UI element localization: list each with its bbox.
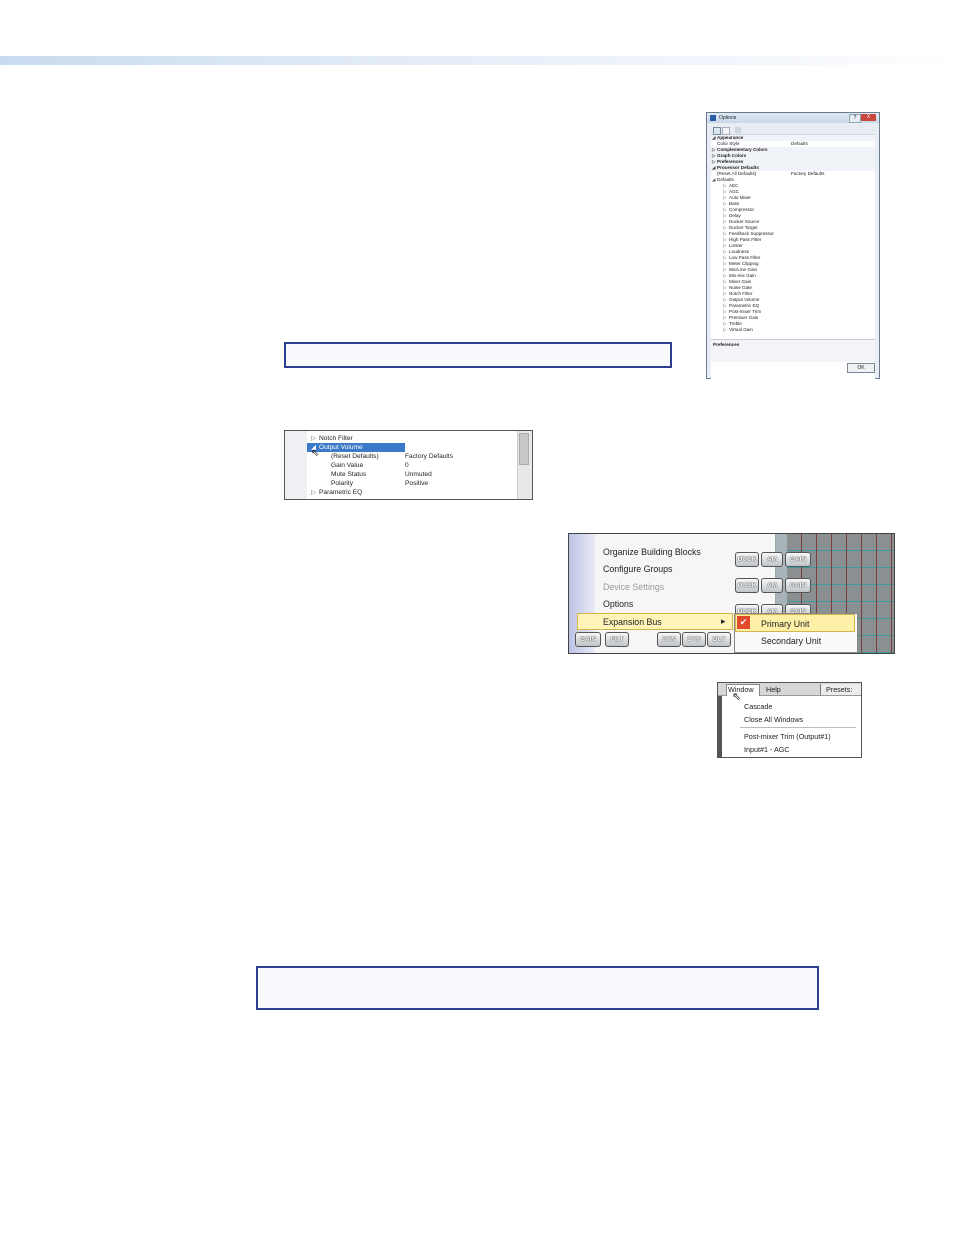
property-label: Parametric EQ: [319, 489, 363, 496]
menu-separator: [740, 727, 856, 728]
menu-item-device-settings: Device Settings: [603, 582, 665, 592]
menu-item-organize[interactable]: Organize Building Blocks: [603, 547, 701, 557]
collapsed-arrow-icon[interactable]: ▷: [311, 434, 316, 443]
description-title: Preferences: [713, 342, 740, 347]
options-titlebar: Options ? X: [707, 113, 879, 123]
note-box-2: [256, 966, 819, 1010]
submenu-primary-unit[interactable]: Primary Unit: [761, 619, 809, 629]
options-dialog: Options ? X ◢ Appearance Color Style Defaul…: [706, 112, 880, 441]
gain-block[interactable]: GAIN: [575, 632, 601, 647]
ok-button[interactable]: OK: [847, 363, 875, 373]
property-value: Unmuted: [405, 471, 432, 478]
presets-panel: Presets:: [820, 684, 861, 695]
app-icon: [710, 115, 716, 121]
options-title: Options: [719, 115, 737, 121]
options-toolbar: [711, 126, 875, 135]
collapsed-arrow-icon[interactable]: ▷: [723, 327, 727, 333]
property-row[interactable]: ▷ Parametric EQ: [285, 488, 517, 497]
grid-rows: ▷ Notch Filter ◢ Output Volume (Reset Defaul…: [285, 431, 517, 499]
mouse-cursor-icon: ⇖: [311, 448, 320, 459]
property-row[interactable]: ▷ Notch Filter: [285, 434, 517, 443]
property-row[interactable]: (Reset Defaults) Factory Defaults: [285, 452, 517, 461]
menu-item-close-all[interactable]: Close All Windows: [744, 715, 803, 724]
submenu-arrow-icon: ▸: [721, 616, 726, 626]
duck-block[interactable]: DUCK: [735, 578, 759, 593]
gain-block[interactable]: GAIN: [785, 552, 811, 567]
dly-block[interactable]: DLY: [707, 632, 731, 647]
property-pages-icon[interactable]: [735, 127, 741, 133]
property-row[interactable]: Gain Value 0: [285, 461, 517, 470]
options-description: Preferences: [711, 339, 875, 362]
property-label: Gain Value: [331, 462, 364, 469]
options-property-grid: ◢ Appearance Color Style Defaults ▷ Complemen…: [711, 135, 875, 441]
window-menu-crop: Window Help Presets: Cascade Close All W…: [717, 682, 862, 758]
property-label: (Reset Defaults): [331, 453, 379, 460]
close-button[interactable]: X: [861, 114, 876, 121]
submenu-secondary-unit[interactable]: Secondary Unit: [761, 636, 821, 646]
context-menu-crop: DUCK AM GAIN DUCK AM GAIN DUCK AM GAIN G…: [568, 533, 895, 654]
grid-scroll-thumb[interactable]: [519, 433, 529, 465]
alphabetical-icon[interactable]: [722, 127, 730, 135]
property-value: Positive: [405, 480, 429, 487]
menubar-help[interactable]: Help: [766, 685, 781, 694]
menu-item-cascade[interactable]: Cascade: [744, 702, 772, 711]
filt-block[interactable]: FILT: [605, 632, 629, 647]
gain-block[interactable]: GAIN: [785, 578, 811, 593]
property-row[interactable]: Mute Status Unmuted: [285, 470, 517, 479]
am-block[interactable]: AM: [761, 552, 783, 567]
duck-block[interactable]: DUCK: [735, 552, 759, 567]
property-label: Output Volume: [319, 444, 363, 451]
menu-item-configure-groups[interactable]: Configure Groups: [603, 564, 672, 574]
property-label: Notch Filter: [319, 435, 353, 442]
menu-item-post-mixer-trim[interactable]: Post-mixer Trim (Output#1): [744, 732, 831, 741]
help-button[interactable]: ?: [849, 114, 861, 123]
menu-item-input1-agc[interactable]: Input#1 - AGC: [744, 745, 790, 754]
property-grid-crop: ▷ Notch Filter ◢ Output Volume (Reset Defaul…: [284, 430, 533, 500]
window-gutter: [718, 696, 722, 757]
property-row[interactable]: ◢ Output Volume: [307, 443, 405, 452]
categorized-icon[interactable]: [713, 127, 721, 135]
property-row[interactable]: Polarity Positive: [285, 479, 517, 488]
menu-item-expansion-bus[interactable]: Expansion Bus: [603, 617, 662, 627]
dyn-block[interactable]: DYN: [682, 632, 706, 647]
menu-item-options[interactable]: Options: [603, 599, 633, 609]
property-value: 0: [405, 462, 409, 469]
check-icon: ✔: [737, 616, 750, 629]
dyn-block[interactable]: DYN: [657, 632, 681, 647]
mouse-cursor-icon: ⇖: [732, 691, 742, 703]
options-row[interactable]: ▷ Virtual Gain: [711, 327, 875, 333]
presets-label: Presets:: [826, 685, 853, 694]
property-label: Polarity: [331, 480, 353, 487]
options-row-label: Virtual Gain: [729, 327, 753, 332]
note-box-1: [284, 342, 672, 368]
property-label: Mute Status: [331, 471, 367, 478]
property-value: Factory Defaults: [405, 453, 454, 460]
am-block[interactable]: AM: [761, 578, 783, 593]
collapsed-arrow-icon[interactable]: ▷: [311, 488, 316, 497]
header-rule: [0, 56, 954, 65]
